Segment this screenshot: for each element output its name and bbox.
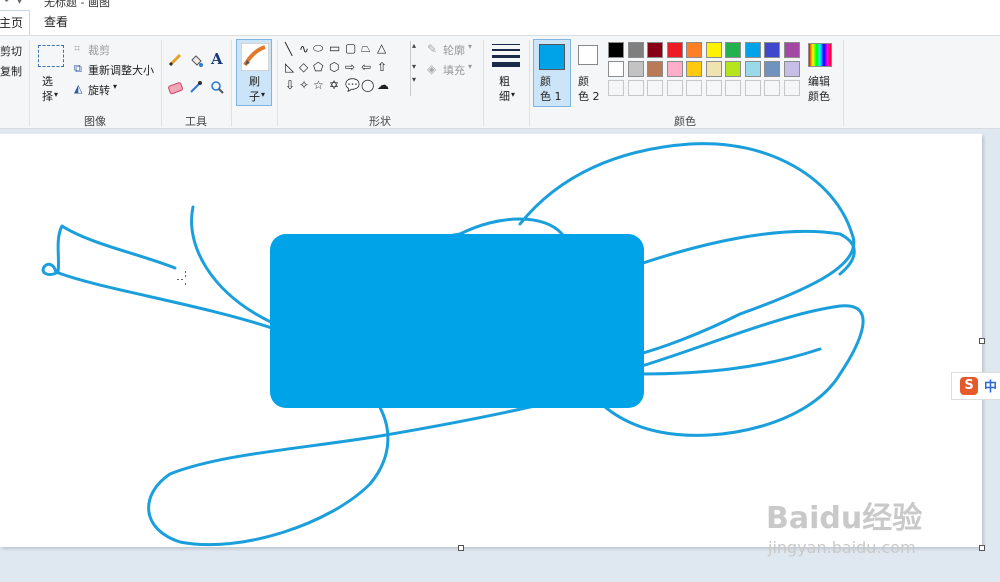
palette-swatch[interactable]: [686, 42, 702, 58]
size-button[interactable]: 粗 细: [499, 74, 510, 104]
outline-button[interactable]: 轮廓: [443, 42, 465, 58]
palette-swatch[interactable]: [705, 61, 722, 77]
palette-swatch-empty[interactable]: [764, 80, 780, 96]
palette-swatch[interactable]: [705, 42, 722, 58]
color2-button[interactable]: 颜 色 2: [578, 74, 600, 104]
resize-icon: ⧉: [74, 62, 82, 75]
canvas-drawing: [41, 142, 865, 547]
brush-icon: [241, 43, 269, 71]
palette-swatch-empty[interactable]: [666, 80, 683, 96]
stroke-2: [190, 205, 277, 326]
color2-swatch[interactable]: [578, 45, 598, 65]
ribbon: 剪切 复制 选 择 ▾ ⌗ 裁剪 ⧉ 重新调整大小 ◭ 旋转 ▾ 图像 A 工具…: [0, 35, 1000, 129]
palette-swatch[interactable]: [666, 61, 683, 77]
palette-swatch[interactable]: [666, 42, 683, 58]
palette-swatch[interactable]: [783, 42, 800, 58]
crop-button[interactable]: 裁剪: [88, 42, 110, 58]
copy-button[interactable]: 复制: [0, 63, 22, 79]
size-icon[interactable]: [492, 44, 520, 71]
palette-swatch[interactable]: [627, 61, 644, 77]
magnifier-icon[interactable]: [210, 80, 224, 94]
stroke-9: [147, 390, 592, 547]
tab-home[interactable]: 主页: [0, 10, 30, 35]
quick-access-icons[interactable]: ↶ ▾: [4, 0, 22, 7]
watermark-brand: Baidu经验: [766, 501, 923, 536]
watermark-url: jingyan.baidu.com: [768, 538, 916, 557]
select-button[interactable]: 选 择: [42, 74, 53, 104]
palette-swatch[interactable]: [725, 61, 741, 77]
palette-swatch[interactable]: [764, 42, 780, 58]
cut-button[interactable]: 剪切: [0, 43, 22, 59]
drawing-canvas[interactable]: [0, 134, 982, 547]
ime-indicator[interactable]: S 中: [951, 372, 1000, 400]
palette-swatch[interactable]: [725, 42, 741, 58]
fill-icon: ◈: [427, 62, 437, 76]
brushes-button[interactable]: 刷 子 ▾: [236, 39, 272, 106]
palette-swatch-empty[interactable]: [627, 80, 644, 96]
shapes-gallery[interactable]: ╲ ∿ ⬭ ▭ ▢ ⏢ △ ◺ ◇ ⬠ ⬡ ⇨ ⇦ ⇧ ⇩ ✧ ☆ ✡ 💬 ◯ ☁: [283, 41, 411, 96]
brushes-label: 刷 子: [249, 75, 260, 103]
stroke-5: [638, 229, 856, 276]
window-title: 无标题 - 画图: [44, 0, 110, 9]
palette-swatch[interactable]: [744, 61, 761, 77]
palette-swatch[interactable]: [647, 42, 663, 58]
outline-icon: ✎: [427, 42, 438, 56]
rotate-button[interactable]: 旋转: [88, 82, 110, 98]
pencil-icon[interactable]: [168, 53, 182, 67]
resize-button[interactable]: 重新调整大小: [88, 62, 154, 78]
group-label-tools: 工具: [185, 115, 207, 128]
sogou-icon: S: [960, 377, 978, 395]
select-icon[interactable]: [38, 45, 64, 67]
ime-language: 中: [984, 380, 998, 395]
edit-colors-button[interactable]: 编辑 颜色: [808, 74, 830, 104]
text-icon[interactable]: A: [211, 50, 223, 68]
palette-swatch[interactable]: [783, 61, 800, 77]
palette-swatch-empty[interactable]: [705, 80, 722, 96]
crop-icon: ⌗: [74, 42, 81, 55]
group-label-shapes: 形状: [369, 115, 391, 128]
palette-swatch-empty[interactable]: [744, 80, 761, 96]
fill-button[interactable]: 填充: [443, 62, 465, 78]
stroke-1: [41, 224, 277, 331]
eraser-icon[interactable]: [168, 82, 184, 94]
group-label-colors: 颜色: [674, 115, 696, 128]
color1-swatch: [539, 44, 565, 70]
brush-cursor: [177, 271, 186, 285]
title-bar: ↶ ▾ 无标题 - 画图: [0, 0, 1000, 10]
resize-handle-corner[interactable]: [979, 545, 985, 551]
resize-handle-bottom[interactable]: [458, 545, 464, 551]
color1-button[interactable]: 颜 色 1: [533, 39, 571, 107]
palette-swatch[interactable]: [764, 61, 780, 77]
palette-swatch[interactable]: [627, 42, 644, 58]
stroke-7: [638, 347, 822, 376]
palette-swatch-empty[interactable]: [686, 80, 702, 96]
ribbon-tabs: 主页 查看: [0, 10, 1000, 35]
palette-swatch[interactable]: [686, 61, 702, 77]
palette-swatch-empty[interactable]: [608, 80, 624, 96]
palette-swatch-empty[interactable]: [725, 80, 741, 96]
color1-label: 颜 色 1: [540, 75, 562, 103]
palette-swatch[interactable]: [647, 61, 663, 77]
resize-handle-right[interactable]: [979, 338, 985, 344]
blue-rounded-rectangle: [270, 234, 644, 408]
shapes-scroll[interactable]: ▴ ▾ ▾: [410, 41, 421, 96]
edit-colors-icon[interactable]: [808, 43, 832, 67]
tab-view[interactable]: 查看: [36, 10, 76, 35]
palette-swatch-empty[interactable]: [783, 80, 800, 96]
palette-swatch[interactable]: [608, 42, 624, 58]
fill-bucket-icon[interactable]: [189, 53, 203, 67]
palette-swatch-empty[interactable]: [647, 80, 663, 96]
group-label-image: 图像: [84, 115, 106, 128]
color-picker-icon[interactable]: [189, 80, 203, 94]
palette-swatch[interactable]: [608, 61, 624, 77]
rotate-icon: ◭: [74, 82, 83, 95]
palette-swatch[interactable]: [744, 42, 761, 58]
